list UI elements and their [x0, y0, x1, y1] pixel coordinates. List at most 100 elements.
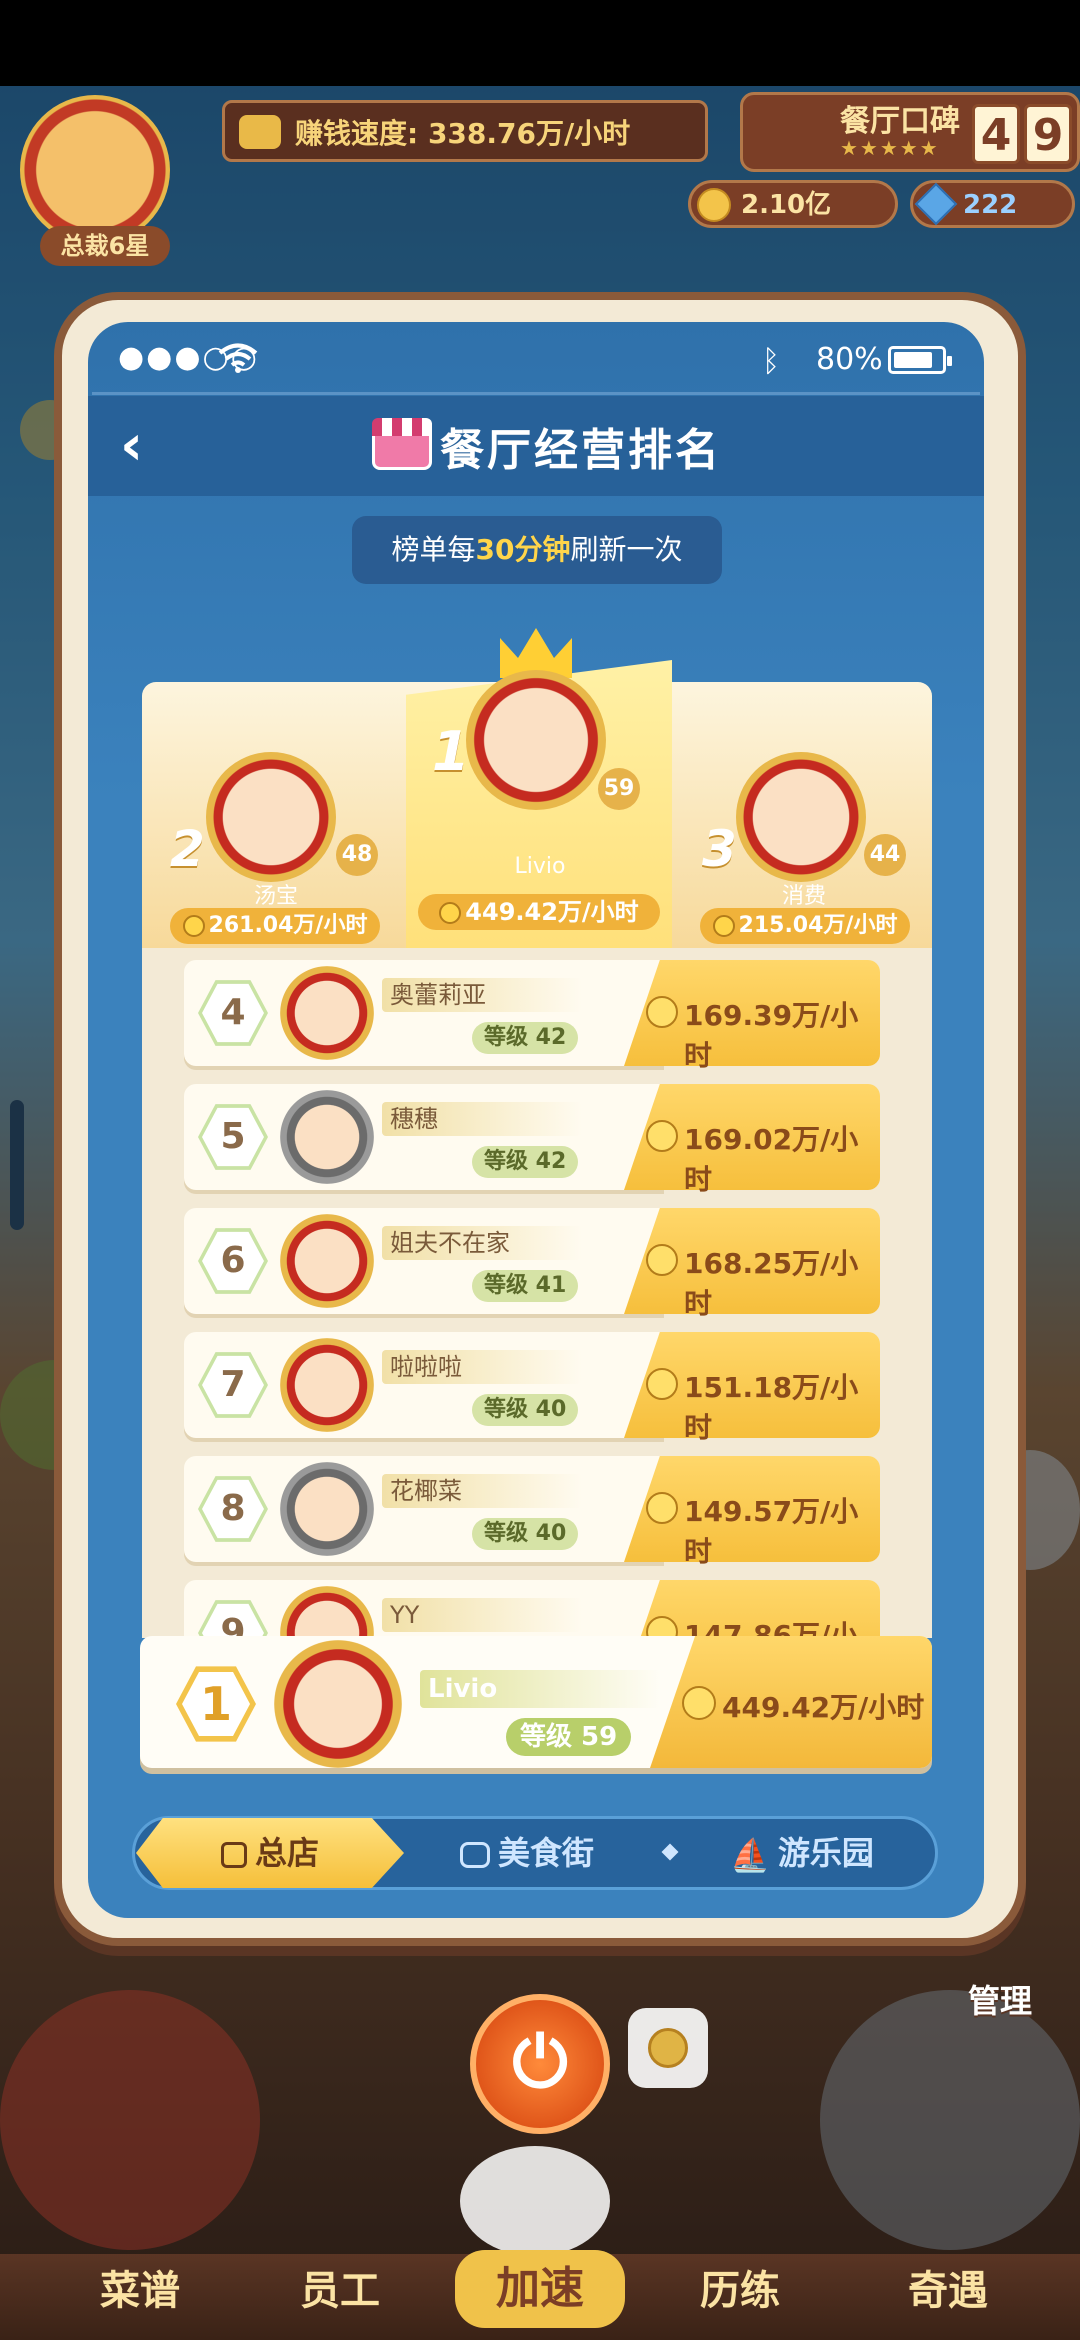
player-name: 花椰菜 — [382, 1474, 582, 1508]
player-level: 等级 42 — [472, 1146, 579, 1178]
power-button[interactable]: ⏻ — [470, 1994, 610, 2134]
player-level: 等级 40 — [472, 1518, 579, 1550]
ranking-list[interactable]: 4 奥蕾莉亚 等级 42 169.39万/小时 5 穗穗 等级 42 169.0… — [142, 948, 932, 1638]
nav-encounter[interactable]: 奇遇 — [868, 2258, 1028, 2316]
podium-level-badge: 44 — [864, 834, 906, 876]
store-icon — [220, 1842, 247, 1868]
page-title: 餐厅经营排名 — [440, 425, 722, 476]
my-earning-speed: 449.42万/小时 — [722, 1691, 925, 1724]
nav-speedup[interactable]: 加速 — [455, 2250, 625, 2328]
earning-speed: 149.57万/小时 — [684, 1495, 859, 1568]
coin-icon — [646, 1244, 678, 1276]
podium-rank-number: 3 — [702, 820, 737, 878]
podium-avatar[interactable] — [736, 752, 866, 882]
player-avatar[interactable] — [280, 1462, 374, 1556]
gem-amount: 222 — [963, 190, 1018, 220]
ranking-row[interactable]: 7 啦啦啦 等级 40 151.18万/小时 — [184, 1332, 880, 1444]
wifi-icon — [218, 343, 258, 373]
gold-counter[interactable]: 2.10亿 — [688, 180, 898, 228]
refresh-interval: 30分钟 — [475, 533, 571, 566]
podium-speed: 449.42万/小时 — [418, 894, 660, 930]
podium-avatar[interactable] — [466, 670, 606, 810]
coin-icon — [682, 1686, 716, 1720]
reputation-score-digit: 9 — [1024, 104, 1072, 164]
nav-training[interactable]: 历练 — [660, 2258, 820, 2316]
collect-coin-bubble[interactable] — [628, 2008, 708, 2088]
podium-player-name: Livio — [514, 854, 566, 879]
coin-icon — [646, 1120, 678, 1152]
earning-speed: 168.25万/小时 — [684, 1247, 859, 1320]
back-button[interactable]: ‹ — [120, 418, 176, 478]
player-level: 等级 42 — [472, 1022, 579, 1054]
podium-player-name: 消费 — [781, 884, 826, 909]
battery-percentage: 80% — [816, 342, 883, 377]
coin-icon — [646, 996, 678, 1028]
podium-speed: 215.04万/小时 — [700, 908, 910, 944]
coin-icon — [439, 902, 462, 924]
coin-icon — [648, 2028, 688, 2068]
bluetooth-icon: ᛒ — [762, 344, 780, 379]
coin-icon — [712, 915, 735, 937]
nav-recipes[interactable]: 菜谱 — [60, 2258, 220, 2316]
player-name: 啦啦啦 — [382, 1350, 582, 1384]
gem-icon — [914, 182, 958, 226]
earning-speed: 169.02万/小时 — [684, 1123, 859, 1196]
gold-amount: 2.10亿 — [741, 190, 832, 220]
podium-speed: 261.04万/小时 — [170, 908, 380, 944]
reputation-stars: ★★★★★ — [840, 136, 940, 160]
player-avatar[interactable] — [20, 95, 170, 245]
earning-speed: 151.18万/小时 — [684, 1371, 859, 1444]
tab-label: 游乐园 — [777, 1834, 874, 1872]
podium-speed-value: 215.04万/小时 — [738, 913, 898, 938]
tab-label: 总店 — [254, 1834, 319, 1872]
nav-staff[interactable]: 员工 — [260, 2258, 420, 2316]
earning-speed-bar: 赚钱速度: 338.76万/小时 — [222, 100, 708, 162]
coin-icon — [182, 915, 205, 937]
player-avatar[interactable] — [280, 1338, 374, 1432]
tab-main-store[interactable]: 总店 — [136, 1818, 404, 1888]
gem-counter[interactable]: 222 — [910, 180, 1075, 228]
tab-food-street[interactable]: 美食街 — [460, 1818, 594, 1888]
reputation-label: 餐厅口碑 — [840, 104, 960, 139]
reputation-score-digit: 4 — [972, 104, 1020, 164]
podium-level-badge: 48 — [336, 834, 378, 876]
player-avatar[interactable] — [280, 1090, 374, 1184]
my-avatar[interactable] — [274, 1640, 402, 1768]
battery-icon — [888, 346, 952, 374]
refresh-prefix: 榜单每 — [391, 533, 476, 566]
podium-speed-value: 261.04万/小时 — [208, 913, 368, 938]
player-name: YY — [382, 1598, 582, 1632]
player-avatar[interactable] — [280, 966, 374, 1060]
my-player-level: 等级 59 — [506, 1718, 632, 1756]
shop-icon — [372, 418, 432, 470]
player-avatar[interactable] — [280, 1214, 374, 1308]
ranking-row[interactable]: 8 花椰菜 等级 40 149.57万/小时 — [184, 1456, 880, 1568]
earning-speed: 169.39万/小时 — [684, 999, 859, 1072]
tab-label: 美食街 — [498, 1834, 595, 1872]
player-title-badge: 总裁6星 — [40, 226, 170, 266]
player-level: 等级 41 — [472, 1270, 579, 1302]
gold-coin-icon — [697, 188, 731, 222]
podium-avatar[interactable] — [206, 752, 336, 882]
player-name: 姐夫不在家 — [382, 1226, 582, 1260]
tab-amusement-park[interactable]: ⛵ 游乐园 — [730, 1818, 874, 1890]
sailboat-icon: ⛵ — [730, 1836, 770, 1874]
food-street-icon — [460, 1842, 490, 1868]
refresh-notice: 榜单每30分钟刷新一次 — [352, 516, 722, 584]
ranking-row[interactable]: 9 YY 147.86万/小时 — [184, 1580, 880, 1638]
player-name: 奥蕾莉亚 — [382, 978, 582, 1012]
manage-button[interactable]: 管理 — [968, 1976, 1032, 2022]
podium-rank-number: 2 — [170, 820, 205, 878]
earning-speed: 147.86万/小时 — [684, 1619, 859, 1638]
ranking-row[interactable]: 6 姐夫不在家 等级 41 168.25万/小时 — [184, 1208, 880, 1320]
system-top-bar — [0, 0, 1080, 86]
podium-speed-value: 449.42万/小时 — [465, 898, 639, 926]
coin-icon — [646, 1368, 678, 1400]
podium-rank-number: 1 — [432, 720, 470, 783]
player-level: 等级 40 — [472, 1394, 579, 1426]
ranking-row[interactable]: 5 穗穗 等级 42 169.02万/小时 — [184, 1084, 880, 1196]
mascot-icon — [460, 2146, 610, 2256]
earning-speed-value: 338.76万/小时 — [427, 117, 631, 150]
ranking-row[interactable]: 4 奥蕾莉亚 等级 42 169.39万/小时 — [184, 960, 880, 1072]
podium-level-badge: 59 — [598, 768, 640, 810]
